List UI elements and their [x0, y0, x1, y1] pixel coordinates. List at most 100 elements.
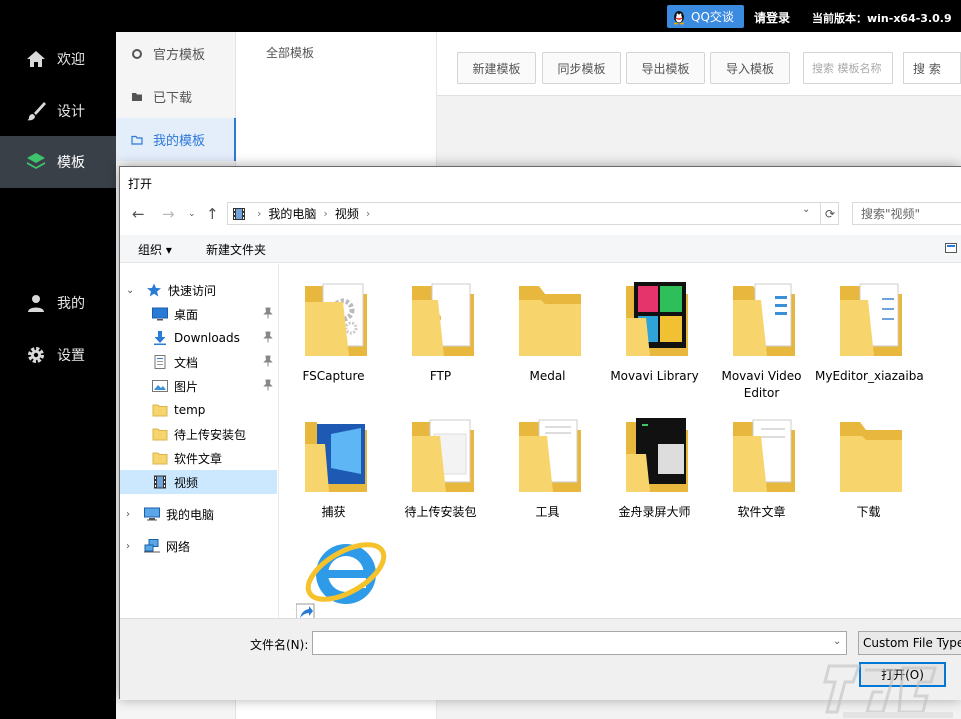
chevron-right-icon: ›: [126, 508, 130, 520]
tree-item-my-computer[interactable]: › 我的电脑: [120, 502, 277, 526]
navigation-tree: ⌄ 快速访问 桌面 Downloads 文档 图片 temp 待上传安装包 软件…: [120, 264, 279, 618]
file-label: Movavi Library: [610, 369, 699, 383]
nav-item-templates[interactable]: 模板: [0, 136, 116, 188]
sync-template-button[interactable]: 同步模板: [542, 52, 621, 84]
sub-item-official[interactable]: 官方模板: [116, 32, 236, 75]
tree-item-documents[interactable]: 文档: [120, 350, 277, 374]
video-icon: [233, 207, 245, 220]
refresh-icon[interactable]: ⟳: [820, 202, 839, 225]
file-label: 金舟录屏大师: [618, 505, 691, 519]
chevron-down-icon[interactable]: ⌄: [802, 204, 810, 215]
file-item[interactable]: FSCapture: [280, 264, 387, 394]
watermark-logo: [823, 664, 953, 718]
folder-windows-icon: [305, 418, 367, 492]
chevron-right-icon: ›: [323, 207, 328, 220]
recent-dropdown-icon[interactable]: ⌄: [188, 209, 196, 219]
layers-icon: [27, 153, 45, 169]
user-icon: [28, 295, 44, 312]
tree-item-quick-access[interactable]: ⌄ 快速访问: [120, 278, 277, 302]
tree-label: 图片: [174, 379, 199, 394]
new-folder-button[interactable]: 新建文件夹: [206, 241, 266, 258]
tree-label: 软件文章: [174, 451, 223, 466]
file-item[interactable]: Movavi Library: [601, 264, 708, 394]
tree-label: 我的电脑: [166, 507, 215, 522]
file-label: 软件文章: [737, 505, 786, 519]
nav-item-welcome[interactable]: 欢迎: [0, 33, 116, 85]
file-label: 下载: [856, 505, 881, 519]
dialog-search-input[interactable]: 搜索"视频": [852, 202, 961, 225]
tree-item-downloads[interactable]: Downloads: [120, 326, 277, 350]
file-type-select[interactable]: Custom File Type: [858, 631, 961, 655]
pin-icon[interactable]: [263, 355, 273, 367]
dialog-title: 打开: [128, 177, 153, 191]
tree-item-videos[interactable]: 视频: [120, 470, 277, 494]
pin-icon[interactable]: [263, 379, 273, 391]
computer-icon: [144, 507, 160, 521]
folder-doc-icon: [412, 419, 474, 492]
file-item[interactable]: [280, 530, 387, 618]
chevron-down-icon[interactable]: ⌄: [833, 636, 841, 647]
file-item[interactable]: 金舟录屏大师: [601, 400, 708, 530]
template-search-button[interactable]: 搜 索: [903, 52, 961, 84]
tree-item-network[interactable]: › 网络: [120, 534, 277, 558]
breadcrumb-my-computer[interactable]: 我的电脑: [268, 205, 316, 222]
download-icon: [154, 331, 166, 345]
nav-label: 我的: [57, 296, 85, 312]
file-item[interactable]: MyEditor_xiazaiba: [815, 264, 924, 394]
file-item[interactable]: Movavi Video Editor: [708, 264, 815, 400]
file-item[interactable]: Medal: [494, 264, 601, 394]
folder-doc-icon: [840, 283, 902, 356]
new-template-button[interactable]: 新建模板: [457, 52, 536, 84]
file-label: 工具: [535, 505, 560, 519]
picture-icon: [152, 380, 168, 392]
qq-chat-button[interactable]: QQ交谈: [667, 5, 744, 28]
view-options-icon[interactable]: [945, 242, 957, 254]
folder-gear-icon: [305, 283, 367, 356]
penguin-icon: [674, 10, 684, 24]
tree-label: 视频: [174, 475, 199, 490]
back-arrow-icon[interactable]: ←: [132, 205, 145, 223]
folder-icon: [152, 428, 168, 441]
breadcrumb-videos[interactable]: 视频: [335, 205, 359, 222]
video-icon: [154, 475, 166, 489]
nav-item-mine[interactable]: 我的: [0, 277, 116, 329]
sub-item-downloaded[interactable]: 已下载: [116, 75, 236, 118]
nav-label: 设计: [57, 104, 85, 120]
nav-item-settings[interactable]: 设置: [0, 329, 116, 381]
file-item[interactable]: FTP: [387, 264, 494, 394]
folder-icon: [132, 92, 142, 101]
tree-item-desktop[interactable]: 桌面: [120, 302, 277, 326]
tree-item-software-articles[interactable]: 软件文章: [120, 446, 277, 470]
template-search-input[interactable]: 搜索 模板名称: [803, 52, 893, 84]
file-item[interactable]: 捕获: [280, 400, 387, 530]
tree-item-pictures[interactable]: 图片: [120, 374, 277, 398]
tree-item-pending-installers[interactable]: 待上传安装包: [120, 422, 277, 446]
file-name-label: 文件名(N):: [250, 638, 309, 652]
file-label: 捕获: [321, 505, 346, 519]
open-file-dialog: 打开 ← → ⌄ ↑ › 我的电脑 › 视频 › ⌄ ⟳ 搜索"视频" 组织 ▾…: [119, 166, 961, 700]
up-arrow-icon[interactable]: ↑: [206, 205, 219, 223]
forward-arrow-icon[interactable]: →: [162, 205, 175, 223]
folder-doc-icon: [733, 419, 795, 492]
tree-item-temp[interactable]: temp: [120, 398, 277, 422]
file-item[interactable]: 待上传安装包: [387, 400, 494, 530]
gear-icon: [28, 347, 44, 363]
organize-menu[interactable]: 组织 ▾: [138, 241, 172, 258]
tree-label: 待上传安装包: [174, 427, 247, 442]
folder-doc-icon: [733, 283, 795, 356]
pin-icon[interactable]: [263, 307, 273, 319]
file-item[interactable]: 下载: [815, 400, 922, 530]
folder-icon: [152, 452, 168, 465]
address-bar[interactable]: › 我的电脑 › 视频 ›: [227, 202, 839, 225]
version-text: 当前版本：win-x64-3.0.9: [812, 12, 952, 25]
nav-item-design[interactable]: 设计: [0, 85, 116, 137]
pin-icon[interactable]: [263, 331, 273, 343]
login-link[interactable]: 请登录: [754, 9, 790, 26]
file-item[interactable]: 工具: [494, 400, 601, 530]
file-item[interactable]: 软件文章: [708, 400, 815, 530]
import-template-button[interactable]: 导入模板: [710, 52, 790, 84]
sub-item-my-templates[interactable]: 我的模板: [116, 118, 236, 161]
category-all[interactable]: 全部模板: [266, 44, 314, 61]
export-template-button[interactable]: 导出模板: [626, 52, 705, 84]
file-name-input[interactable]: [312, 631, 847, 655]
